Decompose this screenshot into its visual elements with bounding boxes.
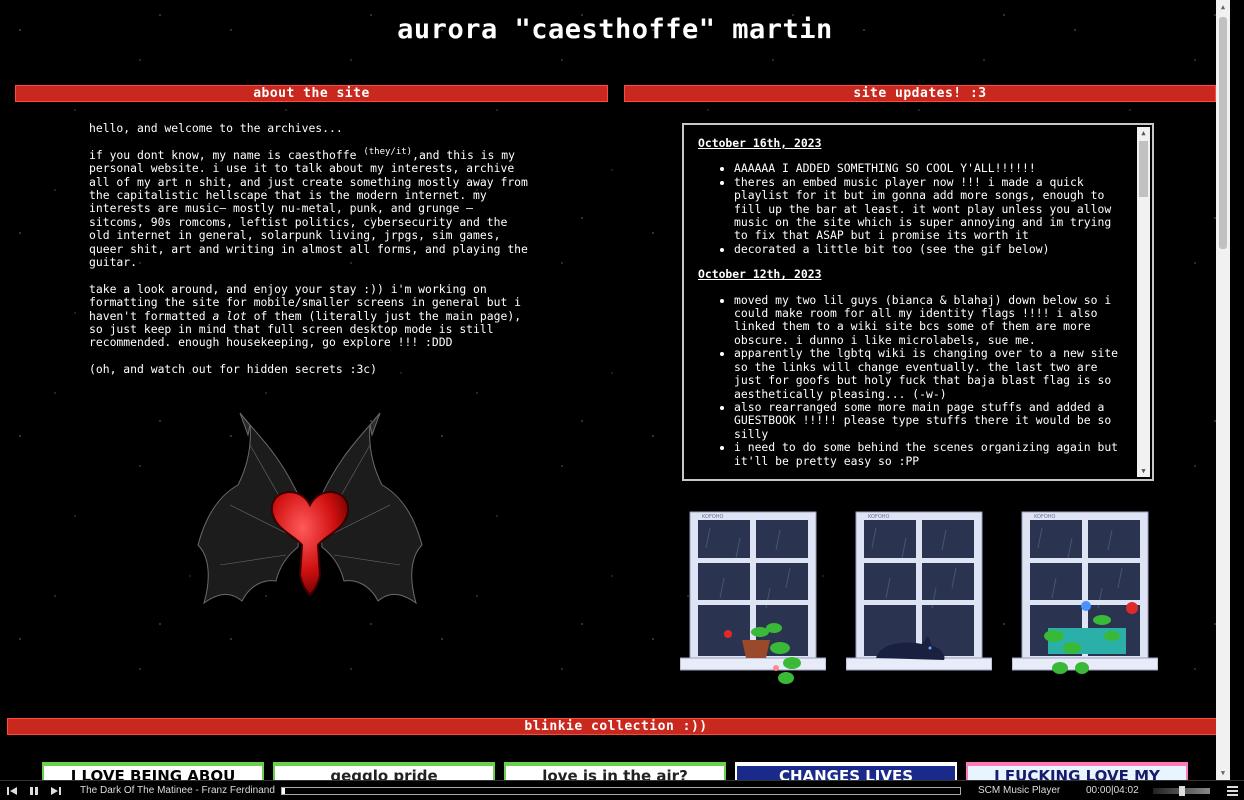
pronouns: (they/it)	[363, 146, 413, 157]
updates-list: October 16th, 2023 AAAAAA I ADDED SOMETHI…	[698, 136, 1128, 481]
about-tour-emphasis: a lot	[212, 308, 247, 323]
update-item: i need to do some behind the scenes orga…	[734, 440, 1128, 468]
update-date: October 10th, 2023	[698, 480, 1128, 481]
svg-text:KOFOHO: KOFOHO	[702, 514, 724, 520]
about-intro-rest: ,and this is my personal website. i use …	[89, 147, 528, 270]
previous-track-icon[interactable]	[6, 785, 18, 797]
updates-scroll-thumb[interactable]	[1139, 141, 1148, 197]
update-date: October 12th, 2023	[698, 267, 822, 282]
blinkie-heading: blinkie collection :))	[7, 718, 1225, 735]
update-items: AAAAAA I ADDED SOMETHING SO COOL Y'ALL!!…	[698, 161, 1128, 256]
blinkie: I FUCKING LOVE MY BINDER	[966, 762, 1188, 780]
update-item: theres an embed music player now !!! i m…	[734, 175, 1128, 243]
blinkie: CHANGES LIVES	[735, 762, 957, 780]
site-title: aurora "caesthoffe" martin	[397, 14, 833, 45]
about-text: hello, and welcome to the archives... if…	[89, 121, 529, 390]
blinkie: love is in the air?	[504, 762, 726, 780]
music-player: The Dark Of The Matinee - Franz Ferdinan…	[0, 780, 1244, 800]
svg-text:KOFOHO: KOFOHO	[868, 514, 890, 520]
update-items: moved my two lil guys (bianca & blahaj) …	[698, 293, 1128, 468]
update-item: moved my two lil guys (bianca & blahaj) …	[734, 293, 1128, 348]
pause-icon[interactable]	[28, 785, 40, 797]
scroll-up-icon[interactable]: ▲	[1137, 127, 1150, 139]
playlist-menu-icon[interactable]	[1227, 786, 1238, 798]
window-cat-image: KOFOHO	[846, 511, 992, 671]
seek-progress	[282, 788, 285, 794]
track-title: The Dark Of The Matinee - Franz Ferdinan…	[80, 785, 275, 796]
about-tour: take a look around, and enjoy your stay …	[89, 282, 529, 350]
player-brand[interactable]: SCM Music Player	[978, 784, 1060, 797]
next-track-icon[interactable]	[50, 785, 62, 797]
window-pot-image: KOFOHO	[680, 511, 826, 684]
track-time: 00:00|04:02	[1086, 785, 1139, 796]
updates-scroll-box[interactable]: October 16th, 2023 AAAAAA I ADDED SOMETHI…	[682, 123, 1154, 481]
about-intro: if you dont know, my name is caesthoffe …	[89, 146, 529, 270]
seek-bar[interactable]	[281, 787, 961, 795]
bat-heart-image	[197, 412, 423, 605]
page-scroll-thumb[interactable]	[1219, 17, 1227, 249]
update-item: decorated a little bit too (see the gif …	[734, 242, 1128, 256]
volume-slider[interactable]	[1153, 786, 1210, 796]
page-scroll-up-icon[interactable]: ▲	[1216, 0, 1230, 14]
updates-scrollbar[interactable]: ▲ ▼	[1137, 127, 1150, 477]
updates-heading: site updates! :3	[624, 85, 1216, 102]
update-item: AAAAAA I ADDED SOMETHING SO COOL Y'ALL!!…	[734, 161, 1128, 175]
volume-knob[interactable]	[1179, 786, 1185, 796]
blinkie: I LOVE BEING ABOU	[42, 762, 264, 780]
about-secrets: (oh, and watch out for hidden secrets :3…	[89, 362, 378, 377]
about-heading: about the site	[15, 85, 608, 102]
blinkie: gegglo pride	[273, 762, 495, 780]
about-intro-prefix: if you dont know, my name is caesthoffe	[89, 147, 357, 162]
scroll-down-icon[interactable]: ▼	[1137, 465, 1150, 477]
update-item: apparently the lgbtq wiki is changing ov…	[734, 347, 1128, 401]
update-item: also rearranged some more main page stuf…	[734, 400, 1128, 441]
about-greeting: hello, and welcome to the archives...	[89, 121, 343, 135]
page-scroll-down-icon[interactable]: ▼	[1216, 766, 1230, 780]
svg-text:KOFOHO: KOFOHO	[1034, 514, 1056, 520]
page: aurora "caesthoffe" martin about the sit…	[0, 0, 1230, 780]
window-box-image: KOFOHO	[1012, 511, 1158, 674]
page-scrollbar[interactable]: ▲ ▼	[1216, 0, 1230, 780]
update-date: October 16th, 2023	[698, 136, 822, 150]
